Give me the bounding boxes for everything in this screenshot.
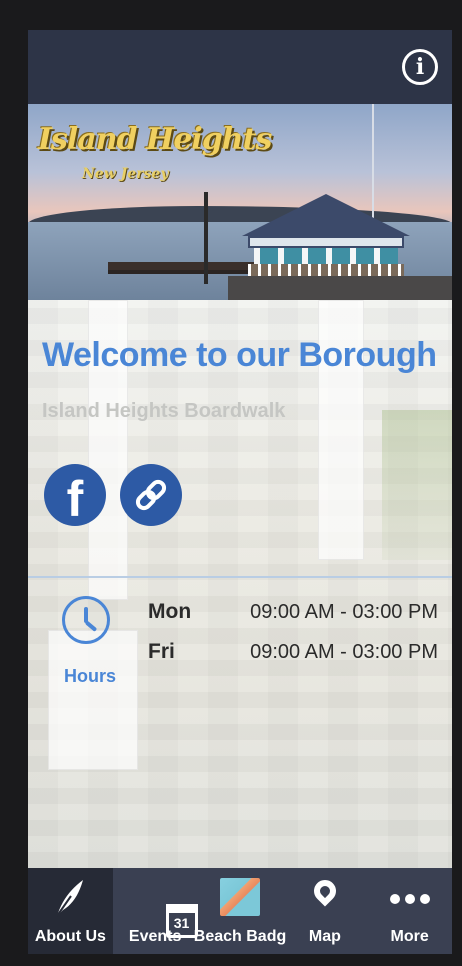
hero-lamp-pole [204, 192, 208, 284]
tab-label: About Us [34, 928, 106, 945]
hero-pier-shadow [108, 270, 248, 274]
feather-icon [56, 880, 84, 917]
bg-column [48, 630, 138, 770]
gazebo-roof [242, 194, 410, 236]
link-icon [135, 479, 167, 511]
tab-label: More [390, 928, 429, 945]
hero-logo-subtitle: New Jersey [82, 166, 169, 182]
top-bar: i [28, 30, 452, 104]
location-subtitle: Island Heights Boardwalk [42, 400, 286, 422]
hero-banner: Island Heights New Jersey [28, 104, 452, 300]
tab-label: Map [308, 928, 341, 945]
map-pin-icon [309, 875, 341, 907]
bg-foliage [382, 410, 452, 560]
hours-day: Mon [148, 600, 192, 623]
tab-beach-badges[interactable]: Beach Badg [194, 868, 286, 954]
info-icon: i [415, 54, 425, 80]
facebook-icon: f [66, 471, 84, 527]
section-divider [28, 576, 452, 578]
info-button[interactable]: i [402, 49, 438, 85]
bottom-tab-bar: About Us 31 Events Beach Badg Map More [28, 868, 452, 954]
welcome-heading: Welcome to our Borough [42, 336, 437, 374]
hours-time: 09:00 AM - 03:00 PM [250, 601, 438, 623]
tab-more[interactable]: More [367, 868, 452, 954]
tab-map[interactable]: Map [283, 868, 368, 954]
website-link-button[interactable] [120, 464, 182, 526]
facebook-button[interactable]: f [44, 464, 106, 526]
hero-pier [108, 262, 268, 270]
calendar-day: 31 [173, 915, 190, 931]
app-screen: i Island Heights New Jersey Welcome to o… [28, 30, 452, 954]
hours-day: Fri [148, 640, 175, 663]
tab-about-us[interactable]: About Us [28, 868, 113, 954]
hero-deck [228, 276, 452, 300]
beach-badge-image [220, 878, 260, 916]
hours-time: 09:00 AM - 03:00 PM [250, 641, 438, 663]
hours-label: Hours [64, 666, 117, 686]
more-dots-icon [389, 894, 430, 904]
gazebo-band [248, 236, 404, 248]
tab-events[interactable]: 31 Events [113, 868, 198, 954]
calendar-icon: 31 [165, 904, 198, 938]
tab-label: Beach Badg [193, 928, 287, 945]
background-photo [28, 300, 452, 868]
hero-logo-title: Island Heights [38, 122, 272, 157]
clock-icon [62, 596, 110, 644]
phone-frame: i Island Heights New Jersey Welcome to o… [0, 0, 462, 966]
